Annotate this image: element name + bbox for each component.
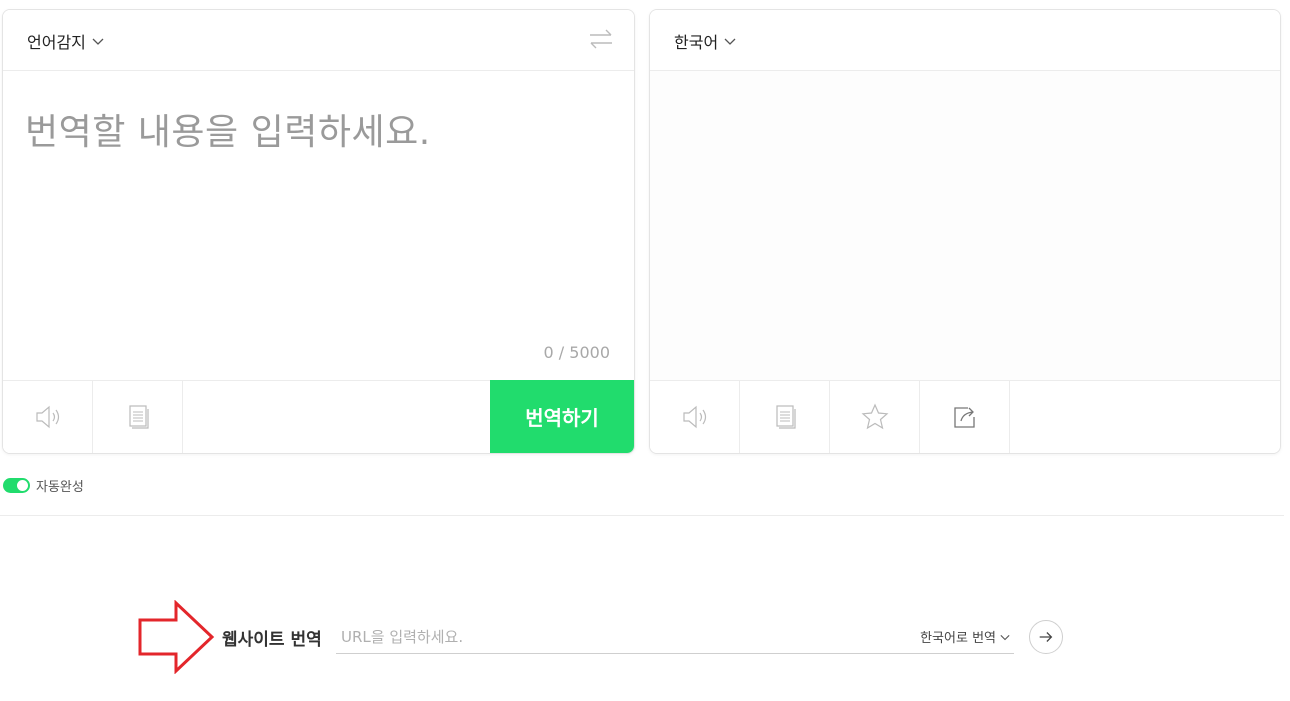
target-listen-button[interactable] <box>650 381 740 453</box>
character-counter: 0 / 5000 <box>543 343 610 362</box>
target-copy-button[interactable] <box>740 381 830 453</box>
favorite-button[interactable] <box>830 381 920 453</box>
chevron-down-icon <box>92 38 104 45</box>
website-language-select[interactable]: 한국어로 번역 <box>920 627 1010 646</box>
source-language-label: 언어감지 <box>27 33 86 52</box>
autocomplete-setting: 자동완성 <box>3 476 84 495</box>
arrow-right-icon <box>1039 632 1053 642</box>
speaker-icon <box>682 405 706 429</box>
share-button[interactable] <box>920 381 1010 453</box>
source-text-area[interactable]: 번역할 내용을 입력하세요. 0 / 5000 <box>3 71 634 381</box>
website-go-button[interactable] <box>1029 620 1063 654</box>
translate-button[interactable]: 번역하기 <box>490 380 634 453</box>
copy-icon <box>775 405 796 429</box>
chevron-down-icon <box>1000 634 1010 640</box>
swap-icon[interactable] <box>588 28 614 50</box>
autocomplete-toggle[interactable] <box>3 478 30 493</box>
source-listen-button[interactable] <box>3 381 93 453</box>
source-language-select[interactable]: 언어감지 <box>27 29 104 53</box>
website-language-label: 한국어로 번역 <box>920 631 996 646</box>
annotation-arrow-icon <box>138 600 215 674</box>
chevron-down-icon <box>724 38 736 45</box>
target-text-area <box>650 71 1280 381</box>
target-toolbar <box>650 380 1280 453</box>
source-panel: 언어감지 번역할 내용을 입력하세요. 0 / 5000 번역하기 <box>2 9 635 454</box>
source-panel-header: 언어감지 <box>3 10 634 71</box>
star-icon <box>861 403 888 430</box>
copy-icon <box>128 405 149 429</box>
target-panel: 한국어 <box>649 9 1281 454</box>
section-divider <box>0 515 1284 516</box>
source-placeholder: 번역할 내용을 입력하세요. <box>25 112 431 153</box>
autocomplete-label: 자동완성 <box>36 480 84 495</box>
url-input[interactable] <box>341 626 881 648</box>
url-field: 한국어로 번역 <box>336 620 1014 654</box>
speaker-icon <box>35 405 59 429</box>
source-copy-button[interactable] <box>93 381 183 453</box>
target-language-select[interactable]: 한국어 <box>674 29 736 53</box>
share-icon <box>953 407 975 428</box>
website-translate-label: 웹사이트 번역 <box>222 630 322 650</box>
target-panel-header: 한국어 <box>650 10 1280 71</box>
target-language-label: 한국어 <box>674 33 719 52</box>
